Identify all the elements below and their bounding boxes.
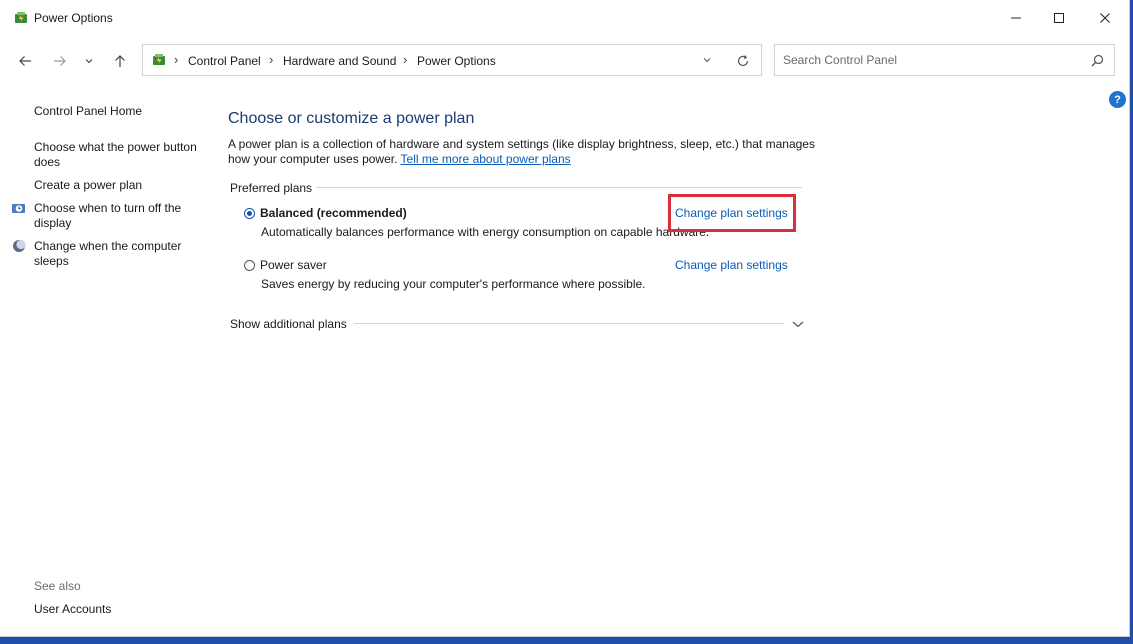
plan-radio-power-saver[interactable] [244,260,255,271]
close-icon [1100,13,1110,23]
refresh-icon [737,55,749,67]
title-bar[interactable]: Power Options [0,0,1129,38]
plan-name-balanced[interactable]: Balanced (recommended) [260,206,407,220]
plan-description-power-saver: Saves energy by reducing your computer's… [261,277,646,291]
see-also-heading: See also [34,579,81,593]
address-dropdown-button[interactable] [698,51,716,69]
sleep-moon-icon [13,239,26,252]
breadcrumb-separator: › [403,52,408,67]
power-options-window: Power Options › Control Panel › Hardware… [0,0,1130,637]
minimize-icon [1011,17,1021,19]
search-box[interactable] [774,44,1115,76]
preferred-plans-heading: Preferred plans [230,181,313,195]
back-arrow-icon [19,56,31,66]
divider [316,187,802,188]
sidebar-link-control-panel-home[interactable]: Control Panel Home [34,104,142,119]
search-input[interactable] [783,51,1073,69]
highlight-box [668,194,796,232]
page-title: Choose or customize a power plan [228,110,475,127]
breadcrumb-power-options[interactable]: Power Options [417,54,496,68]
chevron-down-icon [85,59,93,64]
recent-locations-button[interactable] [79,48,99,74]
minimize-button[interactable] [993,0,1039,36]
control-panel-icon [153,54,165,65]
sidebar-link-computer-sleeps[interactable]: Change when the computer sleeps [34,239,194,269]
window-title: Power Options [34,11,113,25]
forward-arrow-icon [54,56,66,66]
breadcrumb-hardware-and-sound[interactable]: Hardware and Sound [283,54,396,68]
chevron-down-icon[interactable] [790,316,806,332]
maximize-button[interactable] [1036,0,1082,36]
address-bar[interactable]: › Control Panel › Hardware and Sound › P… [142,44,762,76]
breadcrumb-control-panel[interactable]: Control Panel [188,54,261,68]
forward-button[interactable] [47,48,73,74]
sidebar-link-display-off[interactable]: Choose when to turn off the display [34,201,194,231]
up-button[interactable] [107,48,133,74]
divider [354,323,784,324]
plan-description-balanced: Automatically balances performance with … [261,225,710,239]
plan-radio-balanced[interactable] [244,208,255,219]
show-additional-plans-label[interactable]: Show additional plans [230,317,347,331]
plan-name-power-saver[interactable]: Power saver [260,258,327,272]
learn-more-link[interactable]: Tell me more about power plans [401,152,571,166]
sidebar-link-power-button[interactable]: Choose what the power button does [34,140,204,170]
page-description: A power plan is a collection of hardware… [228,137,828,167]
sidebar-link-user-accounts[interactable]: User Accounts [34,602,111,617]
power-options-icon [15,12,27,23]
chevron-down-icon [703,58,711,63]
help-icon[interactable]: ? [1109,91,1126,108]
breadcrumb-separator: › [269,52,274,67]
display-clock-icon [12,204,25,213]
up-arrow-icon [115,55,125,67]
back-button[interactable] [12,48,38,74]
search-icon[interactable] [1089,53,1105,69]
breadcrumb-separator: › [174,52,179,67]
sidebar-link-create-plan[interactable]: Create a power plan [34,178,142,193]
change-plan-settings-link-power-saver[interactable]: Change plan settings [675,258,788,272]
refresh-button[interactable] [733,51,753,71]
maximize-icon [1054,13,1064,23]
close-button[interactable] [1082,0,1128,36]
